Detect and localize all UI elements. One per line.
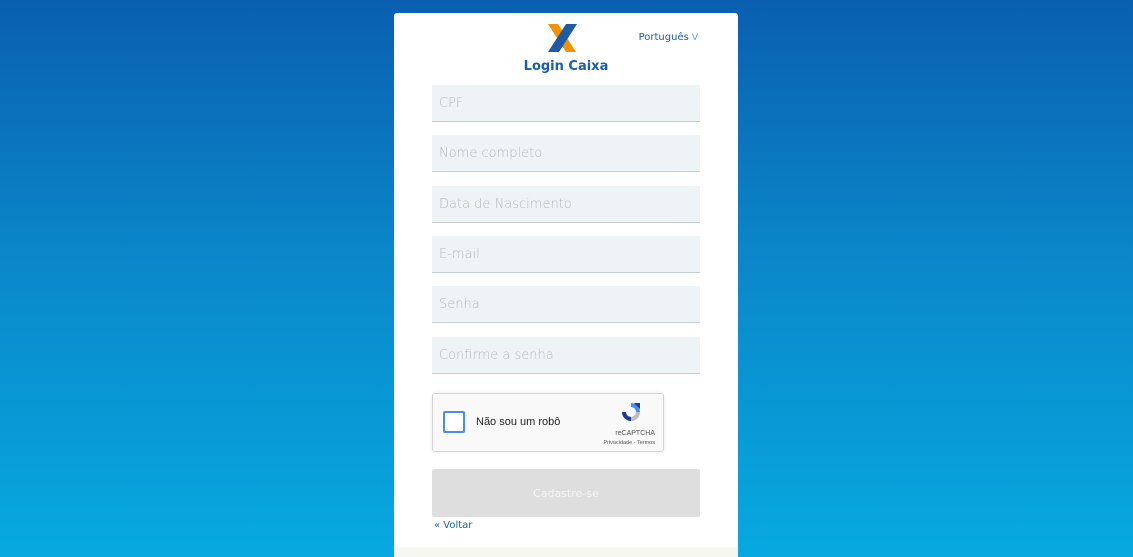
language-label: Português [638,32,689,43]
birth-date-input[interactable] [432,186,700,223]
email-input[interactable] [432,236,700,273]
recaptcha-widget: Não sou um robô reCAPTCHA Privacidade - … [432,393,664,452]
card-footer [394,547,738,557]
recaptcha-logo-icon [622,403,640,421]
recaptcha-label: Não sou um robô [476,416,561,428]
cpf-input[interactable] [432,85,700,122]
recaptcha-checkbox[interactable] [443,411,465,433]
recaptcha-links[interactable]: Privacidade - Termos [603,440,655,446]
signup-card: Login Caixa PortuguêsV Não sou um robô r… [394,13,738,557]
full-name-input[interactable] [432,135,700,172]
brand-title: Login Caixa [523,59,609,74]
confirm-password-input[interactable] [432,337,700,374]
password-input[interactable] [432,286,700,323]
recaptcha-brand: reCAPTCHA [615,430,655,437]
language-selector[interactable]: Português V [639,32,698,43]
back-link[interactable]: « Voltar [434,520,472,531]
caixa-logo-icon [548,24,577,52]
signup-button[interactable]: Cadastre-se [432,469,700,517]
chevron-down-icon: V [691,33,698,43]
